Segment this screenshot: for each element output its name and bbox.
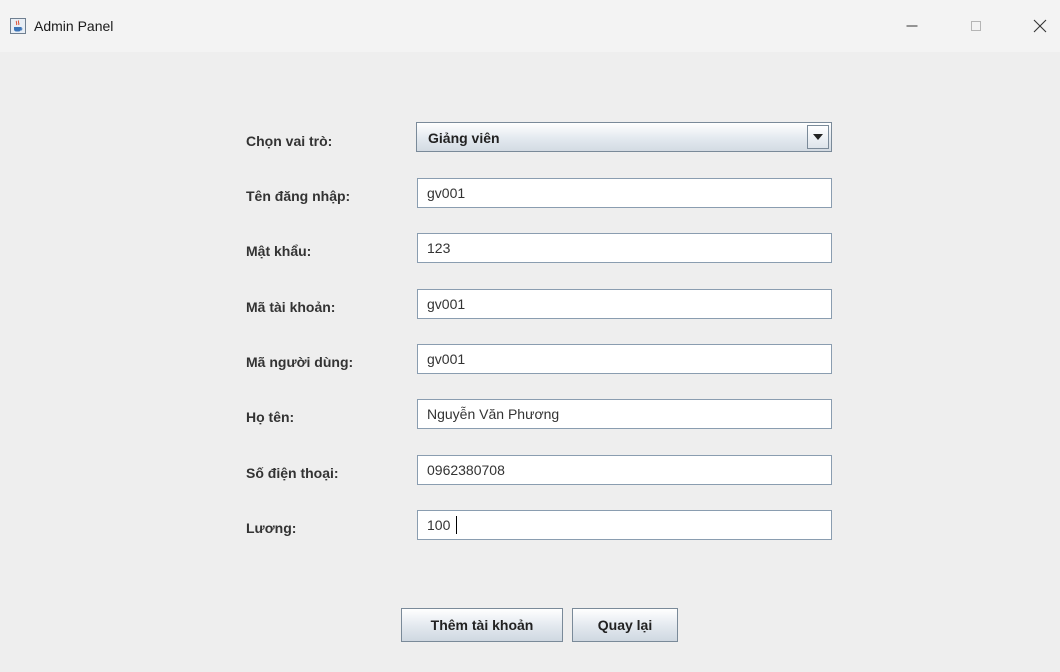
minimize-button[interactable] xyxy=(892,10,932,42)
password-label: Mật khẩu: xyxy=(246,243,312,259)
role-label: Chọn vai trò: xyxy=(246,133,333,149)
dropdown-arrow-button[interactable] xyxy=(807,125,829,149)
full-name-label: Họ tên: xyxy=(246,409,295,425)
phone-label: Số điện thoại: xyxy=(246,465,339,481)
role-select[interactable]: Giảng viên xyxy=(416,122,832,152)
minimize-icon xyxy=(906,25,918,27)
text-caret xyxy=(456,516,457,534)
username-label: Tên đăng nhập: xyxy=(246,188,351,204)
user-id-label: Mã người dùng: xyxy=(246,354,354,370)
add-account-button[interactable]: Thêm tài khoản xyxy=(401,608,563,642)
title-bar[interactable]: Admin Panel xyxy=(0,0,1060,52)
password-input[interactable] xyxy=(417,233,832,263)
close-button[interactable] xyxy=(1020,10,1060,42)
phone-input[interactable] xyxy=(417,455,832,485)
chevron-down-icon xyxy=(813,134,823,140)
username-input[interactable] xyxy=(417,178,832,208)
window-title: Admin Panel xyxy=(34,18,114,34)
full-name-input[interactable] xyxy=(417,399,832,429)
close-icon xyxy=(1033,19,1047,33)
maximize-button[interactable] xyxy=(956,10,996,42)
account-id-label: Mã tài khoản: xyxy=(246,299,336,315)
back-button[interactable]: Quay lại xyxy=(572,608,678,642)
role-select-value: Giảng viên xyxy=(428,130,500,146)
account-form: Chọn vai trò: Giảng viên Tên đăng nhập: … xyxy=(0,52,1060,672)
admin-panel-window: Admin Panel Chọn vai trò: Giảng viên Tên… xyxy=(0,0,1060,672)
user-id-input[interactable] xyxy=(417,344,832,374)
salary-input[interactable] xyxy=(417,510,832,540)
java-cup-icon xyxy=(10,18,26,34)
salary-label: Lương: xyxy=(246,520,297,536)
account-id-input[interactable] xyxy=(417,289,832,319)
maximize-icon xyxy=(971,21,981,31)
